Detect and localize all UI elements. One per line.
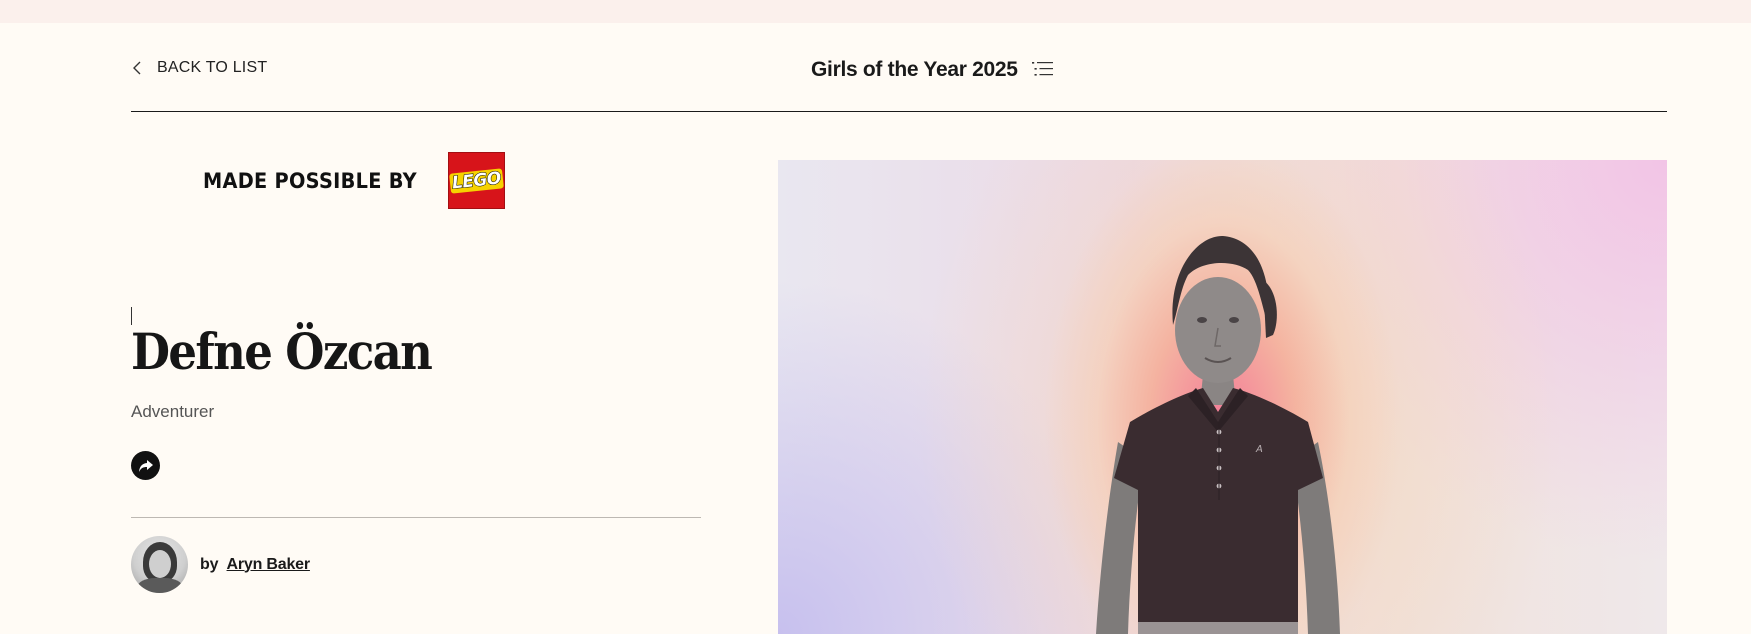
list-title: Girls of the Year 2025 <box>811 58 1018 81</box>
article-nav: BACK TO LIST Girls of the Year 2025 <box>131 23 1667 112</box>
lego-logo[interactable]: LEGO <box>447 152 505 209</box>
sponsor-label: MADE POSSIBLE BY <box>203 168 417 193</box>
list-menu-icon <box>1031 60 1054 80</box>
byline-prefix: by <box>200 555 219 573</box>
portrait-figure: A <box>1096 235 1340 634</box>
author-name-link[interactable]: Aryn Baker <box>227 556 311 573</box>
author-byline: by Aryn Baker <box>131 536 310 593</box>
back-to-list-label: BACK TO LIST <box>157 59 268 76</box>
list-title-menu[interactable]: Girls of the Year 2025 <box>811 55 1054 85</box>
profile-name: Defne Özcan <box>131 322 433 381</box>
hero-portrait-image: A <box>778 160 1667 634</box>
share-arrow-icon <box>138 459 153 472</box>
byline-text: by Aryn Baker <box>200 556 310 574</box>
sponsor-block: MADE POSSIBLE BY LEGO <box>203 152 505 209</box>
back-to-list-link[interactable]: BACK TO LIST <box>131 56 267 80</box>
share-button[interactable] <box>131 451 160 480</box>
chevron-left-icon <box>133 61 141 75</box>
section-divider <box>131 517 701 518</box>
lego-logo-text: LEGO <box>448 168 504 193</box>
profile-role: Adventurer <box>131 402 215 421</box>
author-avatar[interactable] <box>131 536 188 593</box>
shirt-logo: A <box>1255 444 1263 455</box>
top-banner-strip <box>0 0 1751 23</box>
